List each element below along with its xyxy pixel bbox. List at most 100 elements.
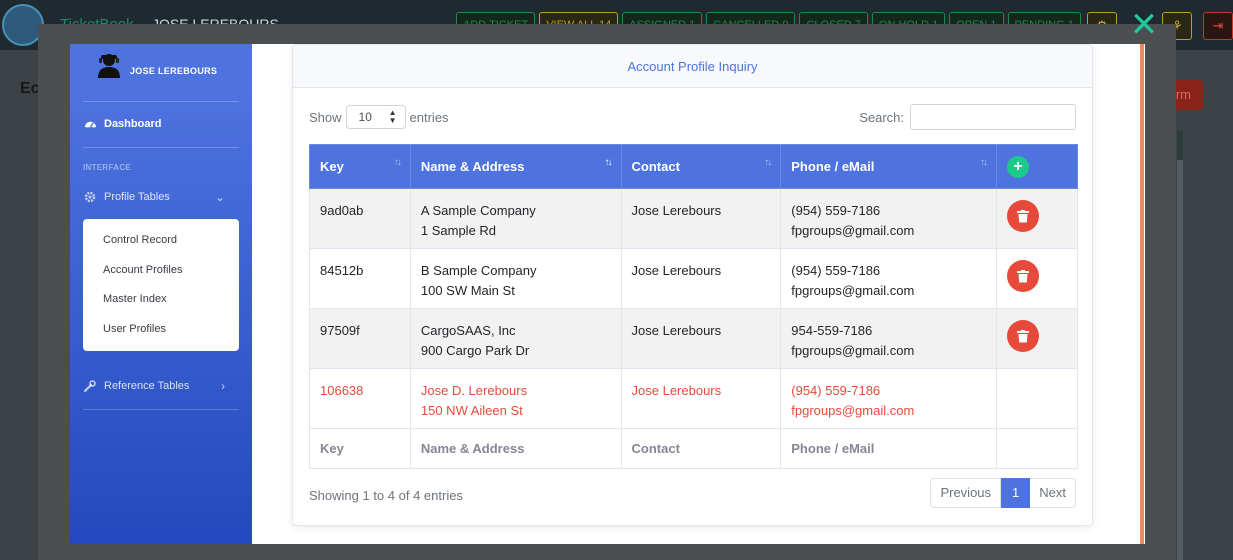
sort-icon: ↑↓	[393, 157, 402, 168]
dashboard-icon	[83, 117, 97, 131]
cell-key: 9ad0ab	[309, 188, 411, 249]
account-profiles-table: Key ↑↓ Name & Address ↑↓ Contact ↑↓ Phone /…	[309, 144, 1078, 469]
pagination-page-1[interactable]: 1	[1001, 478, 1031, 508]
pagination-previous[interactable]: Previous	[930, 478, 1002, 508]
table-row[interactable]: 97509f CargoSAAS, Inc 900 Cargo Park Dr J…	[309, 308, 1078, 369]
cell-actions	[996, 368, 1078, 429]
sidebar: JOSE LEREBOURS Dashboard INTERFACE Profi…	[70, 44, 252, 544]
submenu-item-user-profiles[interactable]: User Profiles	[83, 316, 239, 346]
column-header-label: Key	[320, 159, 344, 174]
footer-contact: Contact	[620, 428, 782, 469]
sidebar-item-dashboard[interactable]: Dashboard	[83, 117, 161, 131]
account-profile-card: Account Profile Inquiry Show 10 ▲ ▼ entri…	[292, 44, 1093, 526]
footer-name-address: Name & Address	[409, 428, 622, 469]
cell-contact: Jose Lerebours	[620, 188, 782, 249]
cell-key: 106638	[309, 368, 411, 429]
profile-tables-submenu: Control Record Account Profiles Master I…	[83, 219, 239, 351]
sidebar-item-profile-tables[interactable]: Profile Tables ⌄	[83, 190, 239, 204]
column-header-label: Contact	[631, 159, 680, 174]
cell-name: A Sample Company	[420, 203, 536, 218]
cell-address: 1 Sample Rd	[420, 223, 497, 238]
cell-contact: Jose Lerebours	[620, 308, 782, 369]
column-header-label: Name & Address	[420, 159, 525, 174]
sidebar-item-label: Profile Tables	[104, 191, 170, 203]
search-label: Search:	[859, 109, 904, 125]
pagination: Previous 1 Next	[930, 478, 1076, 508]
user-icon	[98, 54, 120, 78]
table-row-highlighted[interactable]: 106638 Jose D. Lerebours 150 NW Aileen St…	[309, 368, 1078, 429]
select-arrows-icon: ▲ ▼	[388, 108, 397, 125]
cell-email: fpgroups@gmail.com	[791, 343, 915, 358]
close-icon[interactable]: ✕	[1129, 8, 1159, 42]
footer-actions	[996, 428, 1078, 469]
sidebar-divider	[83, 147, 239, 148]
submenu-item-control-record[interactable]: Control Record	[83, 227, 239, 257]
sidebar-user-name: JOSE LEREBOURS	[130, 66, 218, 76]
cell-name-address: B Sample Company 100 SW Main St	[409, 248, 622, 309]
cell-address: 100 SW Main St	[420, 283, 515, 298]
cell-phone-email: (954) 559-7186 fpgroups@gmail.com	[780, 188, 998, 249]
cell-phone: (954) 559-7186	[791, 263, 881, 278]
column-header-phone-email[interactable]: Phone / eMail ↑↓	[780, 144, 998, 189]
cell-phone-email: (954) 559-7186 fpgroups@gmail.com	[780, 368, 998, 429]
sidebar-item-label: Dashboard	[104, 118, 162, 130]
trash-icon	[1017, 329, 1030, 342]
sort-icon: ↑↓	[980, 157, 988, 168]
submenu-item-master-index[interactable]: Master Index	[83, 286, 239, 316]
search-input[interactable]	[910, 104, 1076, 130]
table-row[interactable]: 9ad0ab A Sample Company 1 Sample Rd Jose …	[309, 188, 1078, 249]
cell-name-address: Jose D. Lerebours 150 NW Aileen St	[409, 368, 622, 429]
cell-contact: Jose Lerebours	[620, 248, 782, 309]
cog-icon	[83, 190, 97, 204]
cell-name-address: CargoSAAS, Inc 900 Cargo Park Dr	[409, 308, 622, 369]
entries-value: 10	[358, 110, 372, 124]
trash-icon	[1017, 209, 1030, 222]
delete-button[interactable]	[1007, 200, 1040, 232]
cell-email: fpgroups@gmail.com	[791, 223, 915, 238]
delete-button[interactable]	[1007, 320, 1040, 352]
cell-address: 150 NW Aileen St	[420, 403, 523, 418]
table-info: Showing 1 to 4 of 4 entries	[309, 488, 463, 503]
column-header-key[interactable]: Key ↑↓	[309, 144, 411, 189]
cell-key: 84512b	[309, 248, 411, 309]
column-header-contact[interactable]: Contact ↑↓	[620, 144, 782, 189]
cell-email: fpgroups@gmail.com	[791, 403, 915, 418]
cell-name: B Sample Company	[420, 263, 537, 278]
entries-length-control: Show 10 ▲ ▼ entries	[309, 105, 449, 129]
card-title: Account Profile Inquiry	[293, 45, 1092, 88]
sidebar-item-reference-tables[interactable]: Reference Tables ›	[83, 379, 239, 393]
show-label: Show	[309, 109, 342, 125]
cell-phone: 954-559-7186	[791, 323, 873, 338]
logout-icon[interactable]: ⇥	[1203, 12, 1233, 40]
wrench-icon	[83, 379, 97, 393]
entries-label: entries	[409, 109, 449, 125]
sidebar-user[interactable]: JOSE LEREBOURS	[96, 52, 217, 78]
cell-phone: (954) 559-7186	[791, 203, 881, 218]
cell-name: Jose D. Lerebours	[420, 383, 528, 398]
entries-select[interactable]: 10 ▲ ▼	[345, 105, 406, 129]
footer-phone-email: Phone / eMail	[780, 428, 998, 469]
cell-address: 900 Cargo Park Dr	[420, 343, 530, 358]
cell-name-address: A Sample Company 1 Sample Rd	[409, 188, 622, 249]
table-row[interactable]: 84512b B Sample Company 100 SW Main St Jo…	[309, 248, 1078, 309]
cell-phone: (954) 559-7186	[791, 383, 881, 398]
submenu-item-account-profiles[interactable]: Account Profiles	[83, 257, 239, 287]
add-account-button[interactable]: +	[1007, 155, 1030, 178]
pagination-next[interactable]: Next	[1030, 478, 1076, 508]
sidebar-divider	[83, 409, 239, 410]
cell-actions	[996, 188, 1078, 249]
background-scrollbar[interactable]	[1177, 130, 1183, 560]
column-header-name-address[interactable]: Name & Address ↑↓	[409, 144, 622, 189]
column-header-actions: +	[996, 144, 1078, 189]
cell-key: 97509f	[309, 308, 411, 369]
sidebar-heading: INTERFACE	[83, 163, 132, 172]
chevron-down-icon: ⌄	[214, 190, 225, 204]
cell-contact: Jose Lerebours	[620, 368, 782, 429]
background-scrollbar-thumb[interactable]	[1177, 130, 1183, 160]
sidebar-item-label: Reference Tables	[104, 380, 190, 392]
modal-accent-bar	[1140, 44, 1144, 544]
page-title: Ec	[20, 80, 40, 97]
cell-actions	[996, 308, 1078, 369]
delete-button[interactable]	[1007, 260, 1040, 292]
trash-icon	[1017, 269, 1030, 282]
